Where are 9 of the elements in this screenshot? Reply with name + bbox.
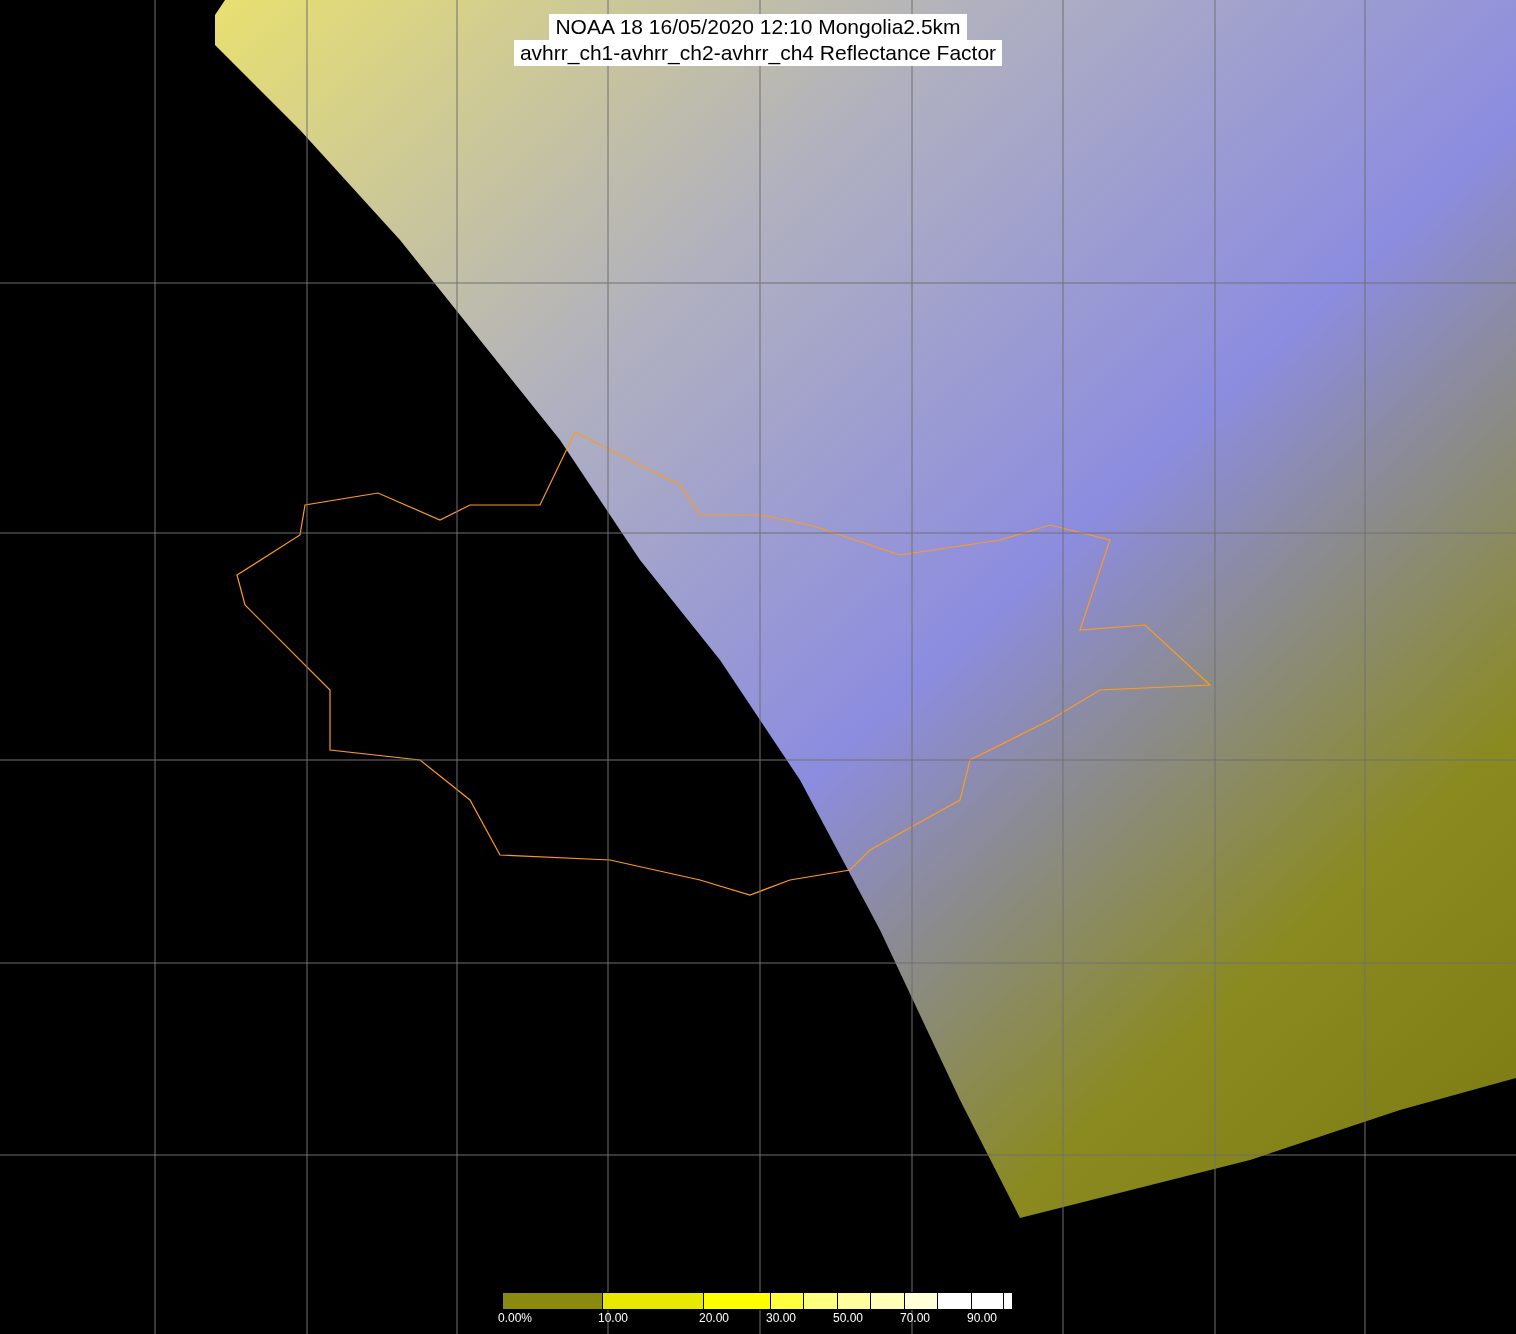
- scale-label: 50.00: [833, 1311, 864, 1325]
- scale-label: 0.00%: [498, 1311, 533, 1325]
- map-title: NOAA 18 16/05/2020 12:10 Mongolia2.5km: [549, 14, 967, 40]
- scale-label: 90.00: [967, 1311, 998, 1325]
- scale-label: 70.00: [900, 1311, 931, 1325]
- scale-label: 10.00: [598, 1311, 629, 1325]
- map-title: avhrr_ch1-avhrr_ch2-avhrr_ch4 Reflectance Factor: [513, 40, 1003, 66]
- scale-label: 20.00: [699, 1311, 730, 1325]
- scale-label: 30.00: [766, 1311, 797, 1325]
